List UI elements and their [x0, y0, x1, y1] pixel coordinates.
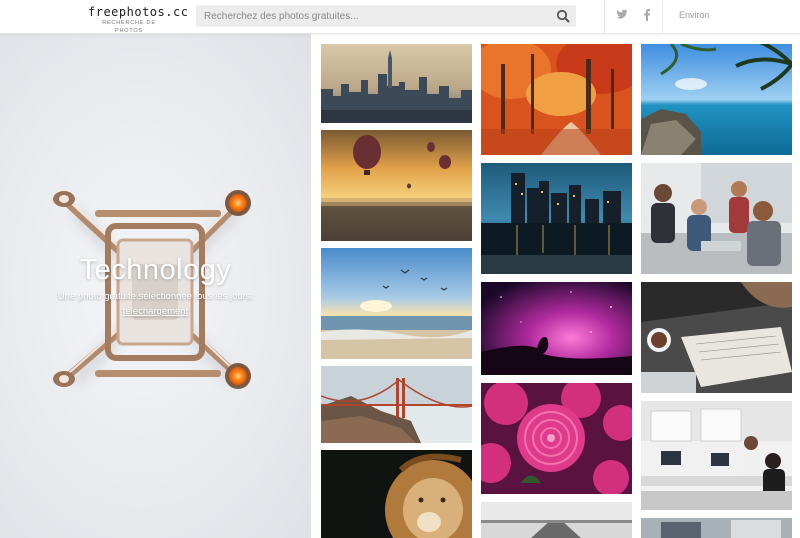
photo-office-meeting[interactable] — [641, 163, 792, 274]
search-input[interactable] — [204, 5, 544, 27]
featured-photo[interactable]: Technology Une photo gratuite sélectionn… — [0, 34, 311, 538]
search-bar — [196, 5, 576, 27]
photo-pink-dahlias[interactable] — [481, 383, 632, 494]
logo-name[interactable]: freephotos.cc — [88, 5, 188, 19]
photo-open-office[interactable] — [641, 401, 792, 510]
header: freephotos.cc RECHERCHE DE PHOTOS Enviro… — [0, 0, 800, 34]
photo-city-waterfront-night[interactable] — [481, 163, 632, 274]
divider — [662, 0, 663, 33]
photo-beach-sunrise-birds[interactable] — [321, 248, 472, 359]
photo-office-bottom[interactable] — [641, 518, 792, 538]
photo-lion[interactable] — [321, 450, 472, 538]
photo-foggy-road[interactable] — [481, 502, 632, 538]
download-link[interactable]: téléchargement — [0, 306, 311, 317]
search-icon[interactable] — [556, 9, 570, 23]
photo-city-skyline[interactable] — [321, 44, 472, 123]
photo-hot-air-balloons[interactable] — [321, 130, 472, 241]
logo[interactable]: freephotos.cc RECHERCHE DE PHOTOS — [88, 5, 188, 35]
facebook-icon[interactable] — [641, 9, 653, 21]
nav-about-link[interactable]: Environ — [679, 10, 710, 20]
logo-tagline: RECHERCHE DE PHOTOS — [102, 20, 156, 34]
photo-horsehead-nebula[interactable] — [481, 282, 632, 375]
hero-title: Technology — [79, 254, 232, 286]
twitter-icon[interactable] — [616, 9, 628, 21]
hero-subtitle: Une photo gratuite sélectionnée tous les… — [57, 291, 254, 302]
photo-workspace-laptop-coffee[interactable] — [641, 282, 792, 393]
photo-tropical-beach-palms[interactable] — [641, 44, 792, 155]
photo-golden-gate-bridge[interactable] — [321, 366, 472, 443]
divider — [604, 0, 605, 33]
photo-autumn-forest-path[interactable] — [481, 44, 632, 155]
